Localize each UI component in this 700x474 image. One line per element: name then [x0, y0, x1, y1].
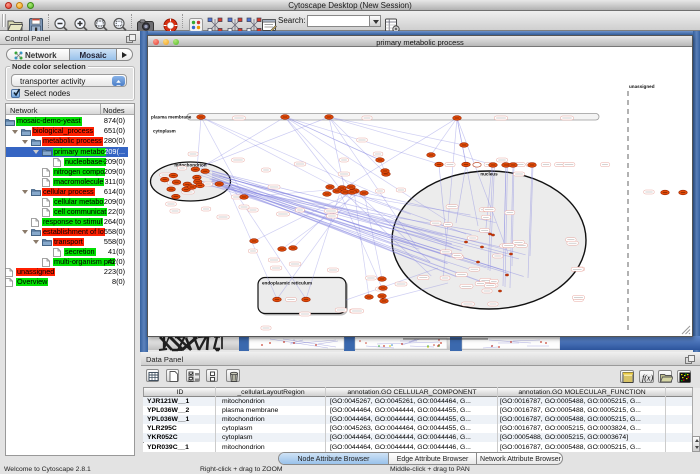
svg-text:endoplasmic reticulum: endoplasmic reticulum	[262, 281, 312, 286]
svg-text:cytoplasm: cytoplasm	[153, 129, 176, 134]
svg-text:plasma membrane: plasma membrane	[151, 115, 192, 120]
svg-text:unassigned: unassigned	[629, 84, 655, 89]
svg-text:nucleus: nucleus	[480, 172, 498, 177]
svg-text:f(x): f(x)	[642, 374, 653, 383]
